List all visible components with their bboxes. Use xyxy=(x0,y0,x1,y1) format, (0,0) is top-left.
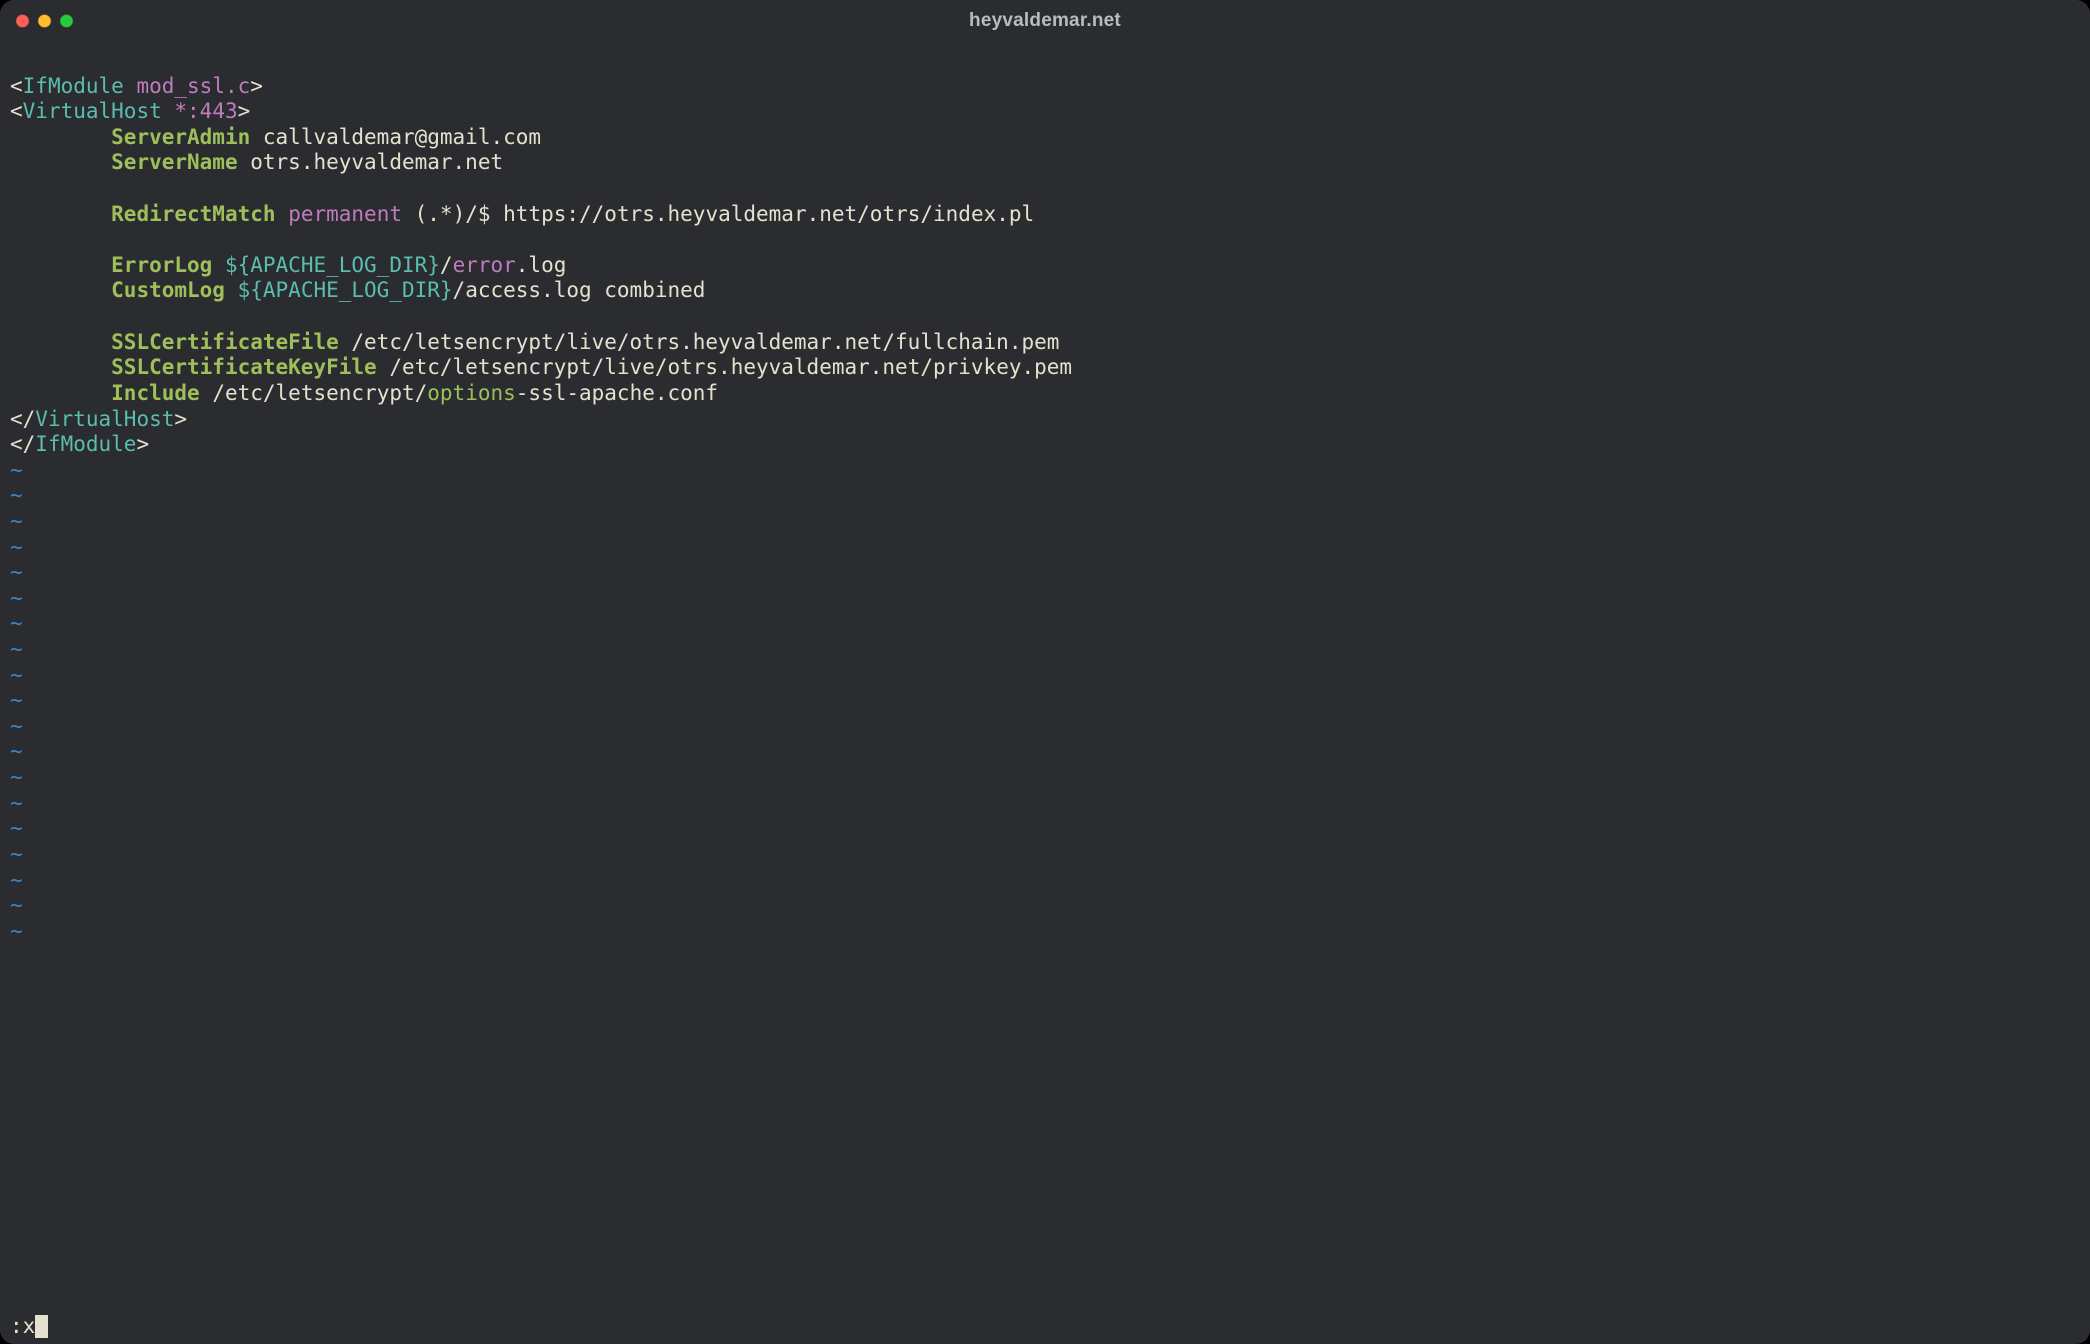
errorlog-slash: / xyxy=(440,253,453,277)
directive-redirectmatch: RedirectMatch xyxy=(111,202,275,226)
bracket: > xyxy=(174,407,187,431)
vim-tilde-icon: ~ xyxy=(10,791,23,815)
serveradmin-value: callvaldemar@gmail.com xyxy=(263,125,541,149)
vim-tilde-icon: ~ xyxy=(10,586,23,610)
include-suffix: -ssl-apache.conf xyxy=(516,381,718,405)
tag-virtualhost-close: VirtualHost xyxy=(35,407,174,431)
customlog-rest: /access.log combined xyxy=(453,278,706,302)
file-content: <IfModule mod_ssl.c> <VirtualHost *:443>… xyxy=(10,48,2080,458)
include-prefix: /etc/letsencrypt/ xyxy=(212,381,427,405)
vim-command-line[interactable]: :x xyxy=(10,1314,2080,1344)
sslcert-value: /etc/letsencrypt/live/otrs.heyvaldemar.n… xyxy=(351,330,1059,354)
vim-tilde-icon: ~ xyxy=(10,893,23,917)
bracket: > xyxy=(250,74,263,98)
close-icon[interactable] xyxy=(16,15,29,28)
errorlog-var: ${APACHE_LOG_DIR} xyxy=(225,253,440,277)
directive-errorlog: ErrorLog xyxy=(111,253,212,277)
vim-tilde-icon: ~ xyxy=(10,483,23,507)
vhost-arg: *:443 xyxy=(174,99,237,123)
directive-serveradmin: ServerAdmin xyxy=(111,125,250,149)
bracket: > xyxy=(136,432,149,456)
vim-tilde-icon: ~ xyxy=(10,688,23,712)
terminal-viewport[interactable]: <IfModule mod_ssl.c> <VirtualHost *:443>… xyxy=(0,42,2090,1344)
titlebar: heyvaldemar.net xyxy=(0,0,2090,42)
bracket: < xyxy=(10,99,23,123)
vim-tilde-icon: ~ xyxy=(10,765,23,789)
tag-ifmodule: IfModule xyxy=(23,74,124,98)
include-options: options xyxy=(427,381,516,405)
vim-tilde-column: ~ ~ ~ ~ ~ ~ ~ ~ ~ ~ ~ ~ ~ ~ ~ ~ ~ ~ ~ xyxy=(10,458,2080,1315)
vim-tilde-icon: ~ xyxy=(10,816,23,840)
vim-tilde-icon: ~ xyxy=(10,560,23,584)
vim-tilde-icon: ~ xyxy=(10,919,23,943)
vim-command-text: :x xyxy=(10,1314,35,1338)
bracket: > xyxy=(238,99,251,123)
tag-virtualhost: VirtualHost xyxy=(23,99,162,123)
vim-tilde-icon: ~ xyxy=(10,535,23,559)
sslkey-value: /etc/letsencrypt/live/otrs.heyvaldemar.n… xyxy=(389,355,1072,379)
customlog-var: ${APACHE_LOG_DIR} xyxy=(238,278,453,302)
directive-sslcert: SSLCertificateFile xyxy=(111,330,339,354)
vim-tilde-icon: ~ xyxy=(10,663,23,687)
errorlog-ext: .log xyxy=(516,253,567,277)
vim-tilde-icon: ~ xyxy=(10,868,23,892)
tag-ifmodule-close: IfModule xyxy=(35,432,136,456)
directive-customlog: CustomLog xyxy=(111,278,225,302)
vim-tilde-icon: ~ xyxy=(10,714,23,738)
redirect-pattern: (.*)/$ xyxy=(415,202,491,226)
vim-tilde-icon: ~ xyxy=(10,611,23,635)
servername-value: otrs.heyvaldemar.net xyxy=(250,150,503,174)
directive-servername: ServerName xyxy=(111,150,237,174)
directive-sslkey: SSLCertificateKeyFile xyxy=(111,355,377,379)
redirect-target: https://otrs.heyvaldemar.net/otrs/index.… xyxy=(503,202,1034,226)
window-title: heyvaldemar.net xyxy=(969,10,1121,32)
vim-tilde-icon: ~ xyxy=(10,637,23,661)
vim-tilde-icon: ~ xyxy=(10,509,23,533)
zoom-icon[interactable] xyxy=(60,15,73,28)
bracket: </ xyxy=(10,432,35,456)
ifmodule-arg: mod_ssl.c xyxy=(136,74,250,98)
vim-tilde-icon: ~ xyxy=(10,842,23,866)
vim-tilde-icon: ~ xyxy=(10,739,23,763)
window-controls xyxy=(16,15,73,28)
vim-tilde-icon: ~ xyxy=(10,458,23,482)
cursor-icon xyxy=(35,1315,48,1338)
bracket: </ xyxy=(10,407,35,431)
bracket: < xyxy=(10,74,23,98)
directive-include: Include xyxy=(111,381,200,405)
redirect-flag: permanent xyxy=(288,202,402,226)
terminal-window: heyvaldemar.net <IfModule mod_ssl.c> <Vi… xyxy=(0,0,2090,1344)
minimize-icon[interactable] xyxy=(38,15,51,28)
errorlog-word: error xyxy=(453,253,516,277)
